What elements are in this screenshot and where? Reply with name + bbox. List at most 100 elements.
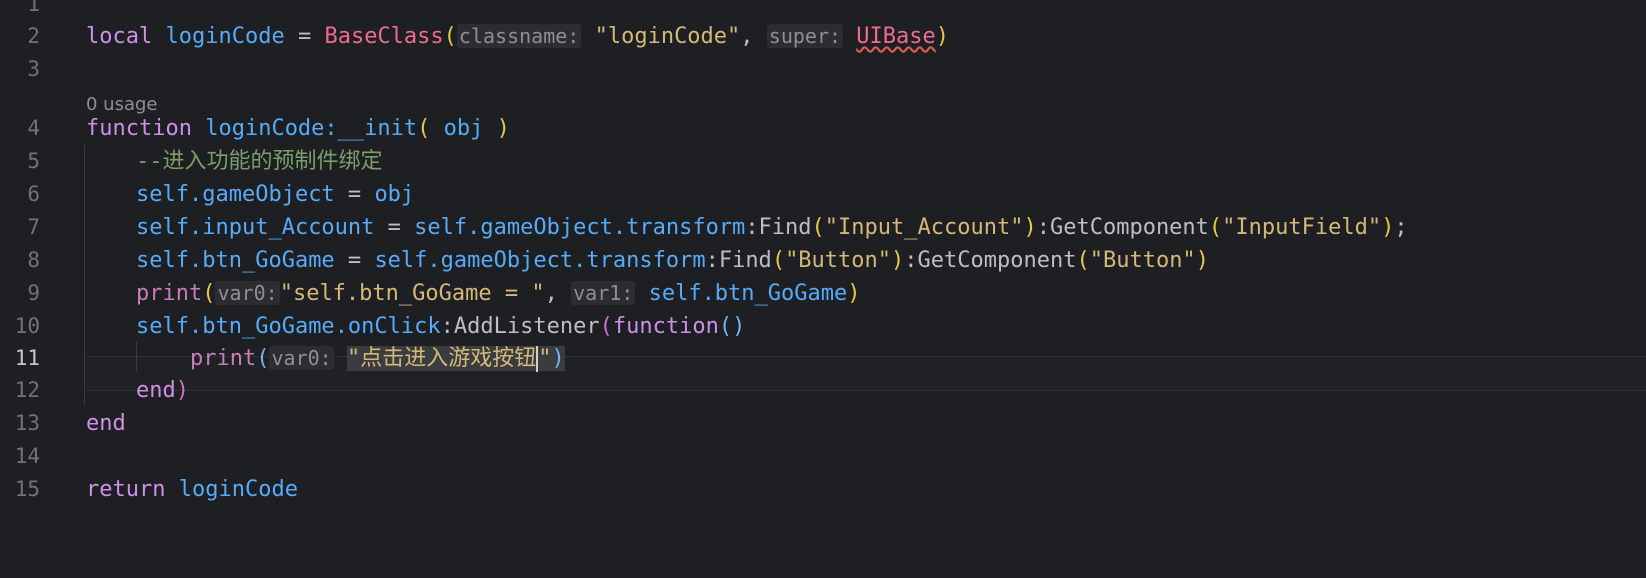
param-hint: classname: <box>456 24 582 48</box>
paren: ( <box>417 116 444 141</box>
paren: ( <box>256 346 270 371</box>
function-name: loginCode:__init <box>205 116 418 141</box>
semicolon: ; <box>1394 215 1408 240</box>
string-literal: "self.btn_GoGame = " <box>279 281 545 306</box>
string-literal: "Button" <box>785 248 892 273</box>
paren: ) <box>935 24 950 49</box>
code-line-2[interactable]: local loginCode = BaseClass(classname: "… <box>86 20 949 53</box>
code-line-10[interactable]: self.btn_GoGame.onClick:AddListener(func… <box>136 310 745 343</box>
self-keyword: self <box>414 215 468 240</box>
indent-guide <box>136 342 137 372</box>
comment: --进入功能的预制件绑定 <box>136 149 383 174</box>
code-line-6[interactable]: self.gameObject = obj <box>136 178 414 211</box>
self-keyword: self <box>136 248 189 273</box>
param-hint: var0: <box>269 346 334 370</box>
identifier: loginCode <box>165 24 285 49</box>
string-literal: "Button" <box>1089 248 1196 273</box>
method: :GetComponent <box>1036 215 1209 240</box>
paren: ) <box>483 116 510 141</box>
error-identifier[interactable]: UIBase <box>856 24 935 49</box>
paren: ( <box>811 215 825 240</box>
code-line-7[interactable]: self.input_Account = self.gameObject.tra… <box>136 211 1408 244</box>
field: .onClick <box>334 314 441 339</box>
line-number: 8 <box>27 248 40 272</box>
paren: () <box>718 314 746 339</box>
line-number: 10 <box>14 314 40 338</box>
paren: ) <box>1195 248 1209 273</box>
self-keyword: self <box>374 248 428 273</box>
paren: ( <box>443 24 457 49</box>
self-keyword: self <box>136 182 189 207</box>
keyword-local: local <box>86 24 153 49</box>
field: .input_Account <box>188 215 375 240</box>
selected-string-literal[interactable]: "点击进入游戏按钮 <box>346 346 537 371</box>
paren: ) <box>1023 215 1037 240</box>
identifier: obj <box>374 182 415 207</box>
paren: ) <box>891 248 905 273</box>
paren: ( <box>599 314 613 339</box>
builtin-print: print <box>136 281 203 306</box>
paren: ) <box>847 281 861 306</box>
method: :Find <box>705 248 772 273</box>
self-keyword: self <box>648 281 702 306</box>
paren: ( <box>771 248 786 273</box>
line-number: 3 <box>27 57 40 81</box>
self-keyword: self <box>136 215 189 240</box>
param-hint: var1: <box>571 281 636 305</box>
code-line-8[interactable]: self.btn_GoGame = self.gameObject.transf… <box>136 244 1209 277</box>
string-literal: "InputField" <box>1222 215 1382 240</box>
field: .gameObject.transform <box>427 248 706 273</box>
param-hint: var0: <box>215 281 280 305</box>
string-literal: "loginCode" <box>594 24 741 49</box>
line-number-active: 11 <box>14 346 40 370</box>
comma: , <box>740 24 767 49</box>
code-line-5[interactable]: --进入功能的预制件绑定 <box>136 145 383 178</box>
line-number: 15 <box>14 477 40 501</box>
code-line-4[interactable]: function loginCode:__init( obj ) <box>86 112 510 145</box>
keyword-return: return <box>86 477 166 502</box>
code-line-11[interactable]: print(var0: "点击进入游戏按钮") <box>190 342 565 375</box>
class-call: BaseClass <box>324 24 444 49</box>
builtin-print: print <box>190 346 257 371</box>
method: :AddListener <box>440 314 600 339</box>
code-line-15[interactable]: return loginCode <box>86 473 298 506</box>
line-number: 9 <box>27 281 40 305</box>
paren: ) <box>1381 215 1395 240</box>
keyword-function: function <box>86 116 192 141</box>
paren: ( <box>1076 248 1090 273</box>
field: .btn_GoGame <box>701 281 848 306</box>
paren: ) <box>175 378 189 403</box>
keyword-function: function <box>612 314 719 339</box>
identifier: loginCode <box>178 477 298 502</box>
line-number: 12 <box>14 378 40 402</box>
code-line-13[interactable]: end <box>86 407 126 440</box>
code-line-9[interactable]: print(var0:"self.btn_GoGame = ", var1: s… <box>136 277 861 310</box>
field: .gameObject <box>188 182 335 207</box>
method: :Find <box>745 215 812 240</box>
method: :GetComponent <box>904 248 1077 273</box>
param-hint: super: <box>766 24 844 48</box>
operator: = <box>334 182 375 207</box>
field: .btn_GoGame <box>188 248 335 273</box>
operator: = <box>334 248 375 273</box>
line-number: 7 <box>27 215 40 239</box>
string-literal: "Input_Account" <box>824 215 1024 240</box>
operator: = <box>284 24 325 49</box>
paren: ( <box>1208 215 1223 240</box>
line-number: 5 <box>27 149 40 173</box>
string-quote: " <box>538 346 552 371</box>
code-line-12[interactable]: end) <box>136 374 189 407</box>
line-number: 14 <box>14 444 40 468</box>
code-editor[interactable]: 1 2 3 4 5 6 7 8 9 10 11 12 13 14 15 loca… <box>0 0 1646 578</box>
line-number: 6 <box>27 182 40 206</box>
indent-guide <box>84 145 85 405</box>
self-keyword: self <box>136 314 189 339</box>
line-number: 13 <box>14 411 40 435</box>
line-number: 1 <box>27 0 40 16</box>
field: .gameObject.transform <box>467 215 746 240</box>
line-number: 2 <box>27 24 40 48</box>
keyword-end: end <box>136 378 176 403</box>
comma: , <box>544 281 572 306</box>
operator: = <box>374 215 415 240</box>
paren: ( <box>202 281 216 306</box>
